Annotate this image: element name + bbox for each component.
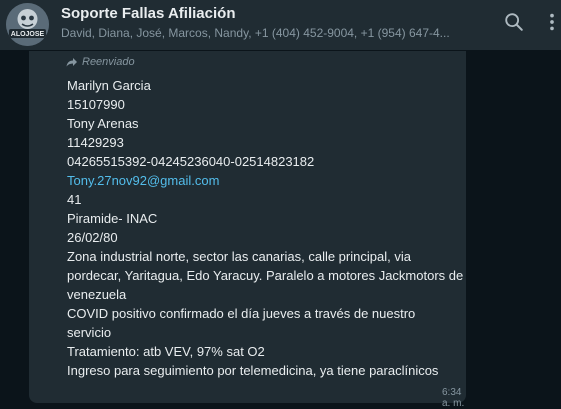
chat-area[interactable]: Reenviado Marilyn Garcia 15107990 Tony A… <box>0 50 561 409</box>
group-avatar-image: ALOJOSE <box>6 3 49 46</box>
message-line: servicio <box>67 325 112 340</box>
message-line: Piramide- INAC <box>67 211 158 226</box>
search-icon[interactable] <box>503 11 525 38</box>
message-line: COVID positivo confirmado el día jueves … <box>67 306 416 321</box>
chat-header[interactable]: ALOJOSE Soporte Fallas Afiliación David,… <box>0 0 561 50</box>
forward-arrow-icon <box>66 58 77 67</box>
message-line: Ingreso para seguimiento por telemedicin… <box>67 363 439 378</box>
message-line: venezuela <box>67 287 127 302</box>
message-line: 15107990 <box>67 97 125 112</box>
message-timestamp: 6:34 a. m. <box>442 387 465 409</box>
message-line: 04265515392-04245236040-02514823182 <box>67 154 315 169</box>
group-title[interactable]: Soporte Fallas Afiliación <box>61 5 235 22</box>
forwarded-label: Reenviado <box>82 56 135 68</box>
message-line: Marilyn Garcia <box>67 78 151 93</box>
forwarded-indicator: Reenviado <box>66 56 135 68</box>
message-line: Tratamiento: atb VEV, 97% sat O2 <box>67 344 265 359</box>
message-line: 11429293 <box>67 135 124 150</box>
group-avatar[interactable]: ALOJOSE <box>6 3 49 46</box>
message-line: 26/02/80 <box>67 230 118 245</box>
message-line: pordecar, Yaritagua, Edo Yaracuy. Parale… <box>67 268 464 283</box>
more-vert-icon[interactable] <box>548 11 556 38</box>
avatar-text: ALOJOSE <box>11 31 45 38</box>
group-participants[interactable]: David, Diana, José, Marcos, Nandy, +1 (4… <box>61 26 481 40</box>
email-link[interactable]: Tony.27nov92@gmail.com <box>67 171 487 190</box>
message-bubble[interactable]: Reenviado Marilyn Garcia 15107990 Tony A… <box>29 51 466 409</box>
message-line: 41 <box>67 192 82 207</box>
message-line: Tony Arenas <box>67 116 139 131</box>
message-text: Marilyn Garcia 15107990 Tony Arenas 1142… <box>67 76 487 380</box>
message-line: Zona industrial norte, sector las canari… <box>67 249 411 264</box>
